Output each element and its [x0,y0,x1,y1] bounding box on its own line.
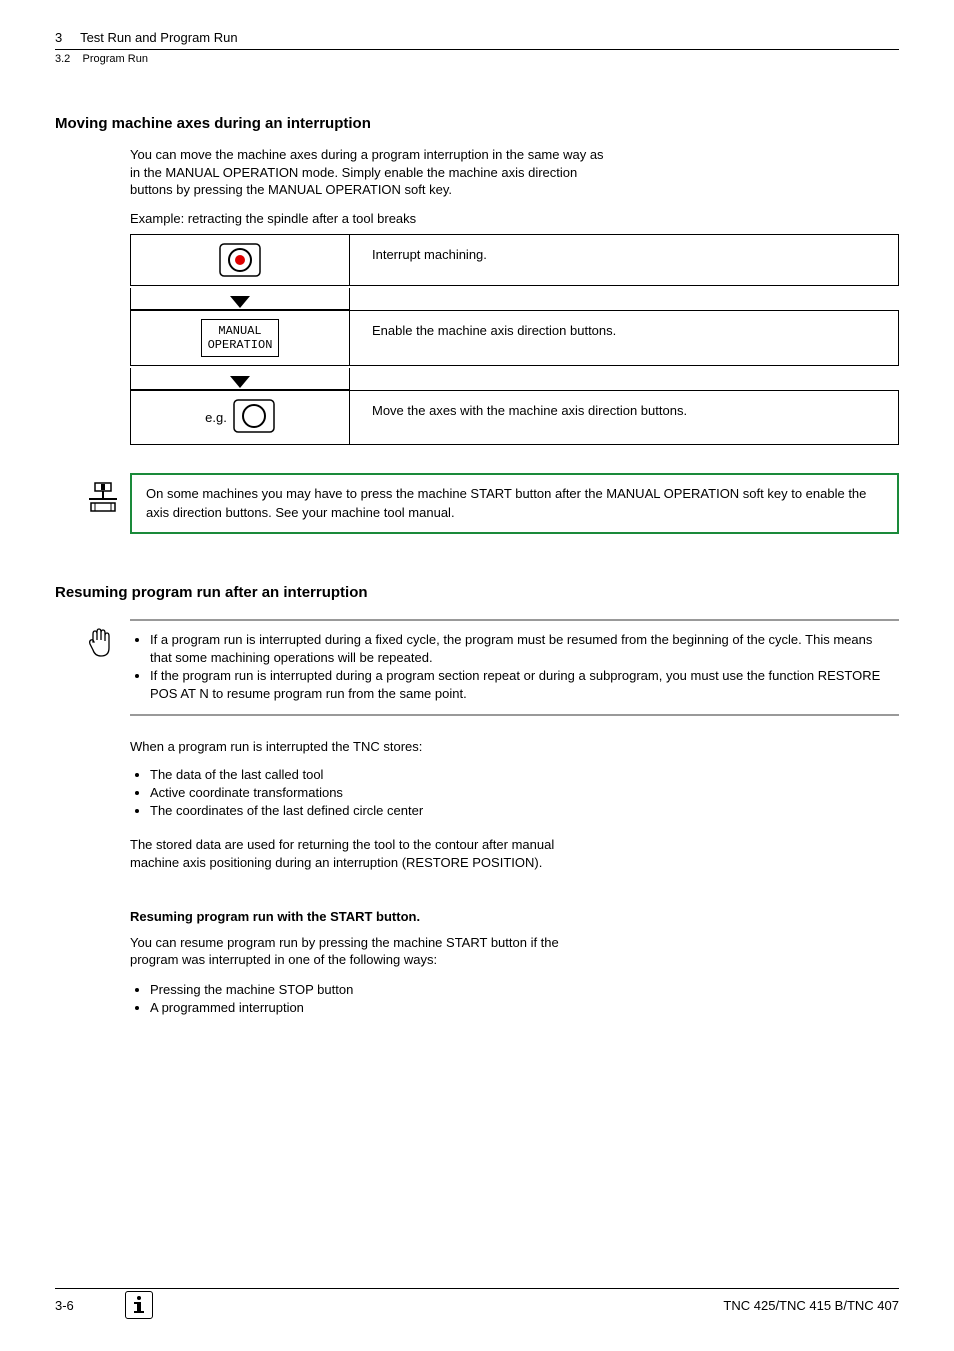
step-row: MANUAL OPERATION Enable the machine axis… [130,310,899,367]
chapter-header: 3 Test Run and Program Run [55,30,899,45]
axis-button-icon [233,399,275,436]
resume-list: Pressing the machine STOP button A progr… [150,981,650,1017]
resume-intro: You can resume program run by pressing t… [130,934,590,969]
stores-list: The data of the last called tool Active … [150,766,650,821]
info-icon-wrap [125,1291,153,1319]
resume-list-wrap: Pressing the machine STOP button A progr… [130,981,650,1017]
list-item: If a program run is interrupted during a… [150,631,893,667]
list-item: Pressing the machine STOP button [150,981,650,999]
step-arrow [130,368,350,390]
moving-axes-intro: You can move the machine axes during a p… [130,146,610,199]
stores-list-wrap: The data of the last called tool Active … [130,766,650,821]
step-desc: Enable the machine axis direction button… [350,310,899,367]
stop-icon [219,243,261,277]
arrow-down-icon [230,296,250,308]
step-key-stop [130,234,350,286]
machine-note: On some machines you may have to press t… [130,473,899,533]
step-key-manual-operation: MANUAL OPERATION [130,310,350,367]
step-desc: Interrupt machining. [350,234,899,286]
step-key-axis-button: e.g. [130,390,350,445]
list-item: If the program run is interrupted during… [150,667,893,703]
list-item: A programmed interruption [150,999,650,1017]
heading-resuming: Resuming program run after an interrupti… [55,584,899,601]
chapter-number: 3 [55,30,62,45]
machine-icon [87,481,121,520]
header-divider [55,49,899,50]
step-desc: Move the axes with the machine axis dire… [350,390,899,445]
machine-note-text: On some machines you may have to press t… [146,486,866,519]
example-label: Example: retracting the spindle after a … [130,211,899,226]
softkey-line2: OPERATION [208,338,273,352]
softkey-line1: MANUAL [218,324,261,338]
hand-icon [85,626,117,665]
step-row: Interrupt machining. [130,234,899,286]
step-row: e.g. Move the axes with the machine axis… [130,390,899,445]
eg-label: e.g. [205,410,227,425]
caution-note: If a program run is interrupted during a… [130,619,899,716]
info-icon [125,1291,153,1319]
section-name: Program Run [83,53,148,65]
page-footer: 3-6 TNC 425/TNC 415 B/TNC 407 [55,1298,899,1313]
heading-moving-axes: Moving machine axes during an interrupti… [55,115,899,132]
step-text: Move the axes with the machine axis dire… [372,403,687,418]
stores-after: The stored data are used for returning t… [130,836,590,872]
section-header: 3.2 Program Run [55,53,899,65]
step-text: Interrupt machining. [372,247,487,262]
footer-divider [55,1288,899,1289]
resume-start-title: Resuming program run with the START butt… [130,909,899,924]
doc-id: TNC 425/TNC 415 B/TNC 407 [723,1298,899,1313]
list-item: The data of the last called tool [150,766,650,784]
stores-intro: When a program run is interrupted the TN… [130,738,650,756]
page-number: 3-6 [55,1298,74,1313]
list-item: The coordinates of the last defined circ… [150,802,650,820]
softkey-manual-operation: MANUAL OPERATION [201,319,280,358]
caution-bullet-list: If a program run is interrupted during a… [150,631,893,704]
chapter-title: Test Run and Program Run [80,30,238,45]
section-number: 3.2 [55,53,70,65]
step-text: Enable the machine axis direction button… [372,323,616,338]
step-arrow [130,288,350,310]
arrow-down-icon [230,376,250,388]
list-item: Active coordinate transformations [150,784,650,802]
